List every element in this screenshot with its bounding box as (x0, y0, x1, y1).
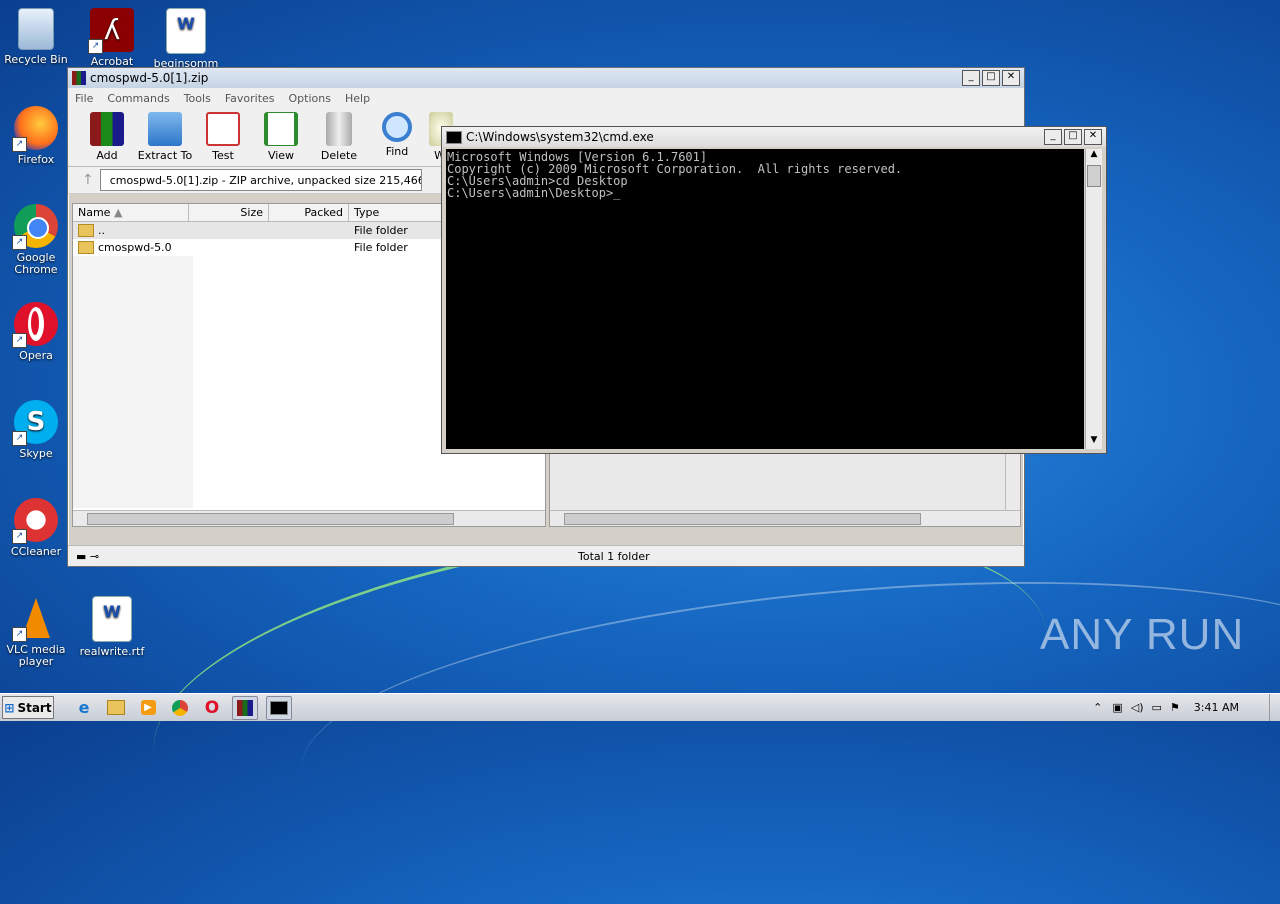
window-title: cmospwd-5.0[1].zip (90, 71, 209, 85)
menu-bar: File Commands Tools Favorites Options He… (68, 88, 1024, 108)
ccleaner-icon: ↗ (12, 498, 58, 544)
column-type[interactable]: Type (349, 204, 449, 221)
chrome-icon: ↗ (12, 204, 58, 250)
name-column-fill (73, 256, 193, 508)
opera-taskbar-icon[interactable]: O (200, 697, 224, 719)
menu-help[interactable]: Help (338, 92, 377, 105)
close-button[interactable]: ✕ (1084, 129, 1102, 145)
taskbar: ⊞ Start e ▶ O ⌃ ▣ ◁) ▭ ⚑ 3:41 AM (0, 693, 1280, 721)
extract-to-button[interactable]: Extract To (136, 108, 194, 166)
maximize-button[interactable]: □ (1064, 129, 1082, 145)
cmd-app-icon (446, 130, 462, 144)
firefox-shortcut[interactable]: ↗ Firefox (0, 106, 72, 166)
word-doc-shortcut[interactable]: W beginsomm (150, 8, 222, 70)
menu-options[interactable]: Options (282, 92, 338, 105)
window-title: C:\Windows\system32\cmd.exe (466, 130, 654, 144)
display-icon[interactable]: ▭ (1152, 701, 1162, 714)
folder-up-icon (78, 224, 94, 238)
column-size[interactable]: Size (189, 204, 269, 221)
menu-file[interactable]: File (68, 92, 100, 105)
up-arrow-icon[interactable]: ↑ (82, 172, 94, 188)
cmd-titlebar[interactable]: C:\Windows\system32\cmd.exe _ □ ✕ (442, 127, 1106, 147)
shortcut-arrow-icon: ↗ (88, 39, 103, 54)
add-archive-icon (90, 112, 124, 146)
scrollbar-thumb[interactable] (1087, 165, 1101, 187)
acrobat-icon: ʎ ↗ (88, 8, 134, 54)
status-bar: ▬ ⊸ Total 1 folder (68, 545, 1024, 566)
word-document-icon: W (92, 596, 132, 642)
shortcut-arrow-icon: ↗ (12, 529, 27, 544)
column-packed[interactable]: Packed (269, 204, 349, 221)
test-button[interactable]: Test (194, 108, 252, 166)
ie-taskbar-icon[interactable]: e (72, 697, 96, 719)
volume-icon[interactable]: ◁) (1131, 701, 1144, 714)
scroll-up-icon[interactable]: ▲ (1086, 149, 1102, 163)
chrome-taskbar-icon[interactable] (168, 697, 192, 719)
firefox-icon: ↗ (12, 106, 58, 152)
opera-shortcut[interactable]: ↗ Opera (0, 302, 72, 362)
view-button[interactable]: View (252, 108, 310, 166)
scrollbar-thumb[interactable] (564, 513, 921, 525)
cmd-taskbar-icon[interactable] (266, 695, 292, 720)
skype-shortcut[interactable]: S ↗ Skype (0, 400, 72, 460)
vlc-cone-icon: ↗ (12, 596, 58, 642)
winrar-titlebar[interactable]: cmospwd-5.0[1].zip _ □ ✕ (68, 68, 1024, 88)
shortcut-arrow-icon: ↗ (12, 137, 27, 152)
windows-logo-icon: ⊞ (4, 700, 15, 715)
column-name[interactable]: Name ▲ (73, 204, 189, 221)
scroll-down-icon[interactable]: ▼ (1086, 435, 1102, 449)
horizontal-scrollbar[interactable] (550, 510, 1020, 526)
add-button[interactable]: Add (78, 108, 136, 166)
shortcut-arrow-icon: ↗ (12, 627, 27, 642)
action-center-flag-icon[interactable]: ⚑ (1170, 701, 1180, 714)
minimize-button[interactable]: _ (1044, 129, 1062, 145)
shortcut-arrow-icon: ↗ (12, 431, 27, 446)
shortcut-arrow-icon: ↗ (12, 235, 27, 250)
show-desktop-button[interactable] (1269, 694, 1280, 721)
winrar-app-icon (72, 71, 86, 85)
folder-icon (78, 241, 94, 255)
ccleaner-shortcut[interactable]: ↗ CCleaner (0, 498, 72, 558)
trash-icon (18, 8, 54, 50)
vlc-shortcut[interactable]: ↗ VLC media player (0, 596, 72, 668)
trash-can-icon (326, 112, 352, 146)
realwrite-file[interactable]: W realwrite.rtf (76, 596, 148, 658)
status-text: Total 1 folder (578, 549, 650, 563)
start-button[interactable]: ⊞ Start (2, 696, 54, 719)
show-hidden-icons-icon[interactable]: ⌃ (1093, 701, 1102, 714)
close-button[interactable]: ✕ (1002, 70, 1020, 86)
delete-button[interactable]: Delete (310, 108, 368, 166)
word-document-icon: W (166, 8, 206, 54)
recycle-bin-icon[interactable]: Recycle Bin (0, 8, 72, 66)
sort-ascending-icon: ▲ (113, 206, 123, 219)
book-icon (264, 112, 298, 146)
horizontal-scrollbar[interactable] (73, 510, 545, 526)
clipboard-check-icon (206, 112, 240, 146)
console-output[interactable]: Microsoft Windows [Version 6.1.7601] Copy… (446, 149, 1084, 449)
explorer-taskbar-icon[interactable] (104, 697, 128, 719)
archive-path-field[interactable]: cmospwd-5.0[1].zip - ZIP archive, unpack… (99, 169, 422, 191)
shortcut-arrow-icon: ↗ (12, 333, 27, 348)
network-icon[interactable]: ▣ (1112, 701, 1122, 714)
winrar-taskbar-icon[interactable] (232, 695, 258, 720)
cmd-window[interactable]: C:\Windows\system32\cmd.exe _ □ ✕ Micros… (441, 126, 1107, 454)
acrobat-shortcut[interactable]: ʎ ↗ Acrobat (76, 8, 148, 68)
menu-commands[interactable]: Commands (100, 92, 176, 105)
chrome-shortcut[interactable]: ↗ Google Chrome (0, 204, 72, 276)
menu-favorites[interactable]: Favorites (218, 92, 282, 105)
skype-icon: S ↗ (12, 400, 58, 446)
media-player-taskbar-icon[interactable]: ▶ (136, 697, 160, 719)
menu-tools[interactable]: Tools (177, 92, 218, 105)
minimize-button[interactable]: _ (962, 70, 980, 86)
clock[interactable]: 3:41 AM (1194, 701, 1239, 714)
maximize-button[interactable]: □ (982, 70, 1000, 86)
drive-lock-icon: ▬ ⊸ (76, 549, 100, 563)
folder-extract-icon (148, 112, 182, 146)
find-button[interactable]: Find (368, 108, 426, 166)
scrollbar-thumb[interactable] (87, 513, 454, 525)
opera-icon: ↗ (12, 302, 58, 348)
watermark: ANY RUN (1040, 610, 1245, 659)
magnifier-icon (382, 112, 412, 142)
vertical-scrollbar[interactable]: ▲ ▼ (1085, 149, 1102, 449)
